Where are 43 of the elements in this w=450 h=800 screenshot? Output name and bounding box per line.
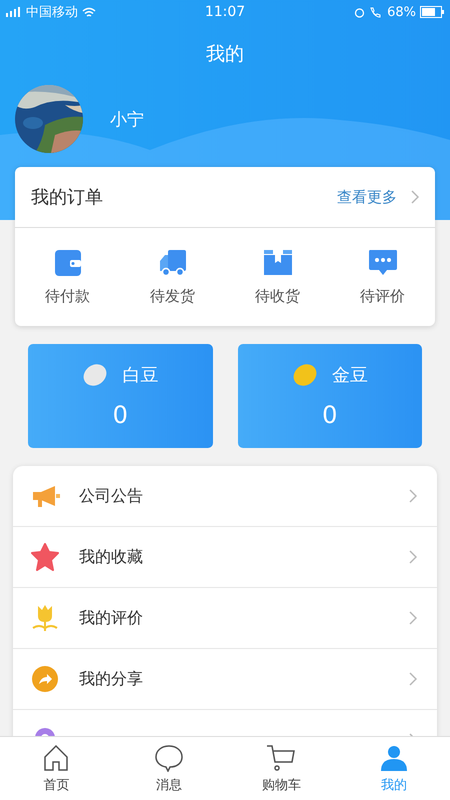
user-icon	[380, 744, 408, 772]
chevron-right-icon	[409, 672, 417, 686]
bean-label: 白豆	[122, 364, 158, 387]
megaphone-icon	[31, 484, 61, 508]
chevron-right-icon	[409, 550, 417, 564]
order-status-item[interactable]: 待发货	[120, 248, 225, 306]
chevron-right-icon	[409, 611, 417, 625]
chat-bubble-icon	[154, 744, 184, 772]
bean-count: 0	[112, 401, 128, 429]
flower-icon	[31, 604, 59, 632]
chevron-right-icon	[411, 190, 419, 204]
user-name: 小宁	[110, 108, 144, 130]
tab-bar-item[interactable]: 消息	[112, 737, 225, 800]
battery-icon	[420, 6, 444, 18]
cart-icon	[266, 744, 296, 772]
menu-item[interactable]: 公司公告	[13, 466, 437, 527]
view-more-link[interactable]: 查看更多	[337, 188, 397, 206]
order-status-item[interactable]: 待付款	[15, 248, 120, 306]
orders-title: 我的订单	[31, 186, 104, 209]
phone-icon	[369, 6, 384, 18]
tab-bar-item[interactable]: 购物车	[225, 737, 338, 800]
order-status-item[interactable]: 待评价	[330, 248, 435, 306]
menu-item[interactable]: 我的评价	[13, 588, 437, 649]
page-title: 我的	[205, 42, 245, 67]
chevron-right-icon	[409, 489, 417, 503]
tab-bar-item[interactable]: 首页	[0, 737, 112, 800]
truck-icon	[158, 248, 188, 276]
wallet-icon	[54, 248, 82, 276]
status-time: 11:07	[204, 4, 246, 20]
menu-item[interactable]: 我的收藏	[13, 527, 437, 588]
bean-label: 金豆	[332, 364, 368, 387]
battery-percent: 68%	[387, 4, 416, 20]
order-status-item[interactable]: 待收货	[225, 248, 330, 306]
home-icon	[42, 744, 70, 772]
signal-icon	[6, 7, 22, 17]
box-icon	[262, 248, 292, 276]
chat-icon	[368, 248, 398, 276]
bean-count: 0	[322, 401, 338, 429]
wifi-icon	[82, 6, 96, 18]
share-icon	[31, 665, 59, 693]
star-icon	[31, 543, 59, 571]
menu-item[interactable]: 我的分享	[13, 649, 437, 710]
carrier-name: 中国移动	[26, 4, 78, 21]
